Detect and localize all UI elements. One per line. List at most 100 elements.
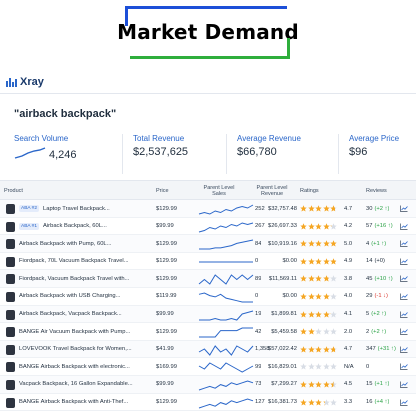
product-name[interactable]: LOVEVOOK Travel Backpack for Women,... bbox=[19, 346, 132, 352]
star-icon bbox=[307, 328, 315, 335]
star-rating bbox=[300, 258, 338, 266]
table-row[interactable]: Vacpack Backpack, 16 Gallon Expandable..… bbox=[0, 375, 416, 394]
product-cell[interactable]: LOVEVOOK Travel Backpack for Women,... bbox=[19, 341, 151, 358]
product-cell[interactable]: BANGE Air Vacuum Backpack with Pump... bbox=[19, 323, 151, 340]
product-thumbnail[interactable] bbox=[6, 256, 15, 267]
review-trend-icon[interactable] bbox=[400, 240, 408, 248]
product-name[interactable]: Fiordpack, Vacuum Backpack Travel with..… bbox=[19, 276, 129, 282]
review-trend-icon[interactable] bbox=[400, 328, 408, 336]
product-name[interactable]: BANGE Air Vacuum Backpack with Pump... bbox=[19, 329, 130, 335]
review-count: 5 bbox=[366, 311, 370, 318]
sales-trend-sparkline bbox=[199, 261, 253, 263]
star-icon bbox=[315, 346, 322, 353]
product-thumbnail[interactable] bbox=[6, 379, 15, 390]
star-icon bbox=[323, 328, 330, 335]
table-row[interactable]: BANGE Airback Backpack with electronic..… bbox=[0, 358, 416, 376]
table-row[interactable]: Airback Backpack with Pump, 60L... $129.9… bbox=[0, 235, 416, 253]
product-thumbnail[interactable] bbox=[6, 274, 15, 285]
product-thumbnail[interactable] bbox=[6, 344, 15, 355]
column-product[interactable]: Product bbox=[4, 181, 64, 201]
metrics-summary: Search Volume 4,246 Total Revenue $2,537… bbox=[0, 134, 416, 174]
review-delta: (+2 ↑) bbox=[371, 311, 387, 318]
rating-value: 4.7 bbox=[344, 346, 353, 353]
product-cell[interactable]: Airback Backpack, Vacpack Backpack... bbox=[19, 306, 151, 323]
sparkline-path bbox=[198, 222, 254, 233]
product-name[interactable]: Vacpack Backpack, 16 Gallon Expandable..… bbox=[19, 381, 133, 387]
star-icon bbox=[300, 258, 307, 265]
rating-value: 4.0 bbox=[344, 293, 353, 300]
column-reviews[interactable]: Reviews bbox=[366, 181, 406, 201]
product-cell[interactable]: Fiordpack, 70L Vacuum Backpack Travel... bbox=[19, 253, 151, 270]
product-name[interactable]: BANGE Airback Backpack with Anti-Thef... bbox=[19, 399, 128, 405]
price-cell: $99.99 bbox=[156, 223, 174, 230]
app-name: Xray bbox=[20, 76, 44, 88]
rating-value: 4.7 bbox=[344, 205, 353, 212]
product-name[interactable]: Airback Backpack with Pump, 60L... bbox=[19, 241, 111, 247]
price-cell: $99.99 bbox=[156, 311, 174, 318]
product-thumbnail[interactable] bbox=[6, 362, 15, 373]
table-row[interactable]: BANGE Airback Backpack with Anti-Thef...… bbox=[0, 394, 416, 412]
product-thumbnail[interactable] bbox=[6, 239, 15, 250]
review-delta: (+10 ↑) bbox=[374, 275, 393, 282]
product-thumbnail[interactable] bbox=[6, 221, 15, 232]
column-parent-sales[interactable]: Parent Level Sales bbox=[198, 181, 240, 201]
review-trend-icon[interactable] bbox=[400, 381, 408, 388]
product-thumbnail[interactable] bbox=[6, 291, 15, 302]
table-row[interactable]: Airback Backpack with USB Charging... $11… bbox=[0, 288, 416, 306]
table-row[interactable]: Fiordpack, Vacuum Backpack Travel with..… bbox=[0, 270, 416, 288]
star-icon bbox=[300, 398, 307, 406]
product-cell[interactable]: Airback Backpack with USB Charging... bbox=[19, 288, 151, 305]
review-trend-icon[interactable] bbox=[400, 293, 408, 300]
price-cell: $41.99 bbox=[156, 346, 174, 353]
column-price[interactable]: Price bbox=[156, 181, 186, 201]
review-trend-icon[interactable] bbox=[400, 363, 408, 371]
rating-value: 4.1 bbox=[344, 311, 353, 318]
product-name[interactable]: Airback Backpack with USB Charging... bbox=[19, 293, 121, 299]
product-cell[interactable]: ABA #2 Laptop Travel Backpack... bbox=[19, 200, 151, 217]
revenue-cell: $57,022.42 bbox=[267, 346, 297, 353]
table-row[interactable]: LOVEVOOK Travel Backpack for Women,... $4… bbox=[0, 340, 416, 359]
product-cell[interactable]: BANGE Airback Backpack with electronic..… bbox=[19, 358, 151, 375]
star-icon bbox=[300, 310, 307, 318]
banner-accent-blue bbox=[125, 6, 287, 9]
review-trend-icon[interactable] bbox=[400, 311, 408, 318]
review-trend-icon[interactable] bbox=[400, 346, 408, 353]
product-name[interactable]: Fiordpack, 70L Vacuum Backpack Travel... bbox=[19, 258, 129, 264]
product-cell[interactable]: ABA #1 Airback Backpack, 60L... bbox=[19, 218, 151, 235]
review-trend-icon[interactable] bbox=[400, 258, 408, 265]
star-rating bbox=[300, 240, 338, 248]
product-thumbnail[interactable] bbox=[6, 204, 15, 214]
column-ratings[interactable]: Ratings bbox=[300, 181, 340, 201]
table-row[interactable]: ABA #1 Airback Backpack, 60L... $99.99 267 $… bbox=[0, 218, 416, 236]
product-thumbnail[interactable] bbox=[6, 327, 15, 338]
table-row[interactable]: ABA #2 Laptop Travel Backpack... $129.99 25… bbox=[0, 200, 416, 218]
table-row[interactable]: BANGE Air Vacuum Backpack with Pump... $1… bbox=[0, 323, 416, 341]
table-row[interactable]: Fiordpack, 70L Vacuum Backpack Travel...… bbox=[0, 253, 416, 271]
review-trend-icon[interactable] bbox=[400, 275, 408, 283]
product-cell[interactable]: Vacpack Backpack, 16 Gallon Expandable..… bbox=[19, 376, 151, 393]
product-cell[interactable]: Fiordpack, Vacuum Backpack Travel with..… bbox=[19, 270, 151, 287]
metric-value: 4,246 bbox=[49, 149, 77, 161]
reviews-cell: 30 (+2 ↑) bbox=[366, 200, 389, 217]
review-trend-icon[interactable] bbox=[400, 205, 408, 212]
product-name[interactable]: Laptop Travel Backpack... bbox=[43, 206, 110, 212]
star-icon bbox=[307, 222, 315, 230]
product-name[interactable]: Airback Backpack, Vacpack Backpack... bbox=[19, 311, 122, 317]
table-row[interactable]: Airback Backpack, Vacpack Backpack... $99… bbox=[0, 305, 416, 324]
product-name[interactable]: BANGE Airback Backpack with electronic..… bbox=[19, 364, 130, 370]
product-thumbnail[interactable] bbox=[6, 397, 15, 408]
revenue-cell: $0.00 bbox=[282, 258, 297, 265]
price-cell: $129.99 bbox=[156, 240, 177, 247]
reviews-cell: 16 (+4 ↑) bbox=[366, 394, 389, 411]
product-cell[interactable]: Airback Backpack with Pump, 60L... bbox=[19, 235, 151, 252]
product-cell[interactable]: BANGE Airback Backpack with Anti-Thef... bbox=[19, 394, 151, 411]
review-trend-icon[interactable] bbox=[400, 399, 408, 406]
review-trend-icon[interactable] bbox=[400, 223, 408, 230]
column-parent-revenue[interactable]: Parent Level Revenue bbox=[252, 181, 292, 201]
review-delta: (+1 ↑) bbox=[374, 381, 390, 388]
product-name[interactable]: Airback Backpack, 60L... bbox=[43, 223, 107, 229]
price-cell: $129.99 bbox=[156, 275, 177, 282]
sparkline-path bbox=[198, 362, 254, 373]
product-thumbnail[interactable] bbox=[6, 309, 15, 320]
reviews-cell: 15 (+1 ↑) bbox=[366, 376, 389, 393]
